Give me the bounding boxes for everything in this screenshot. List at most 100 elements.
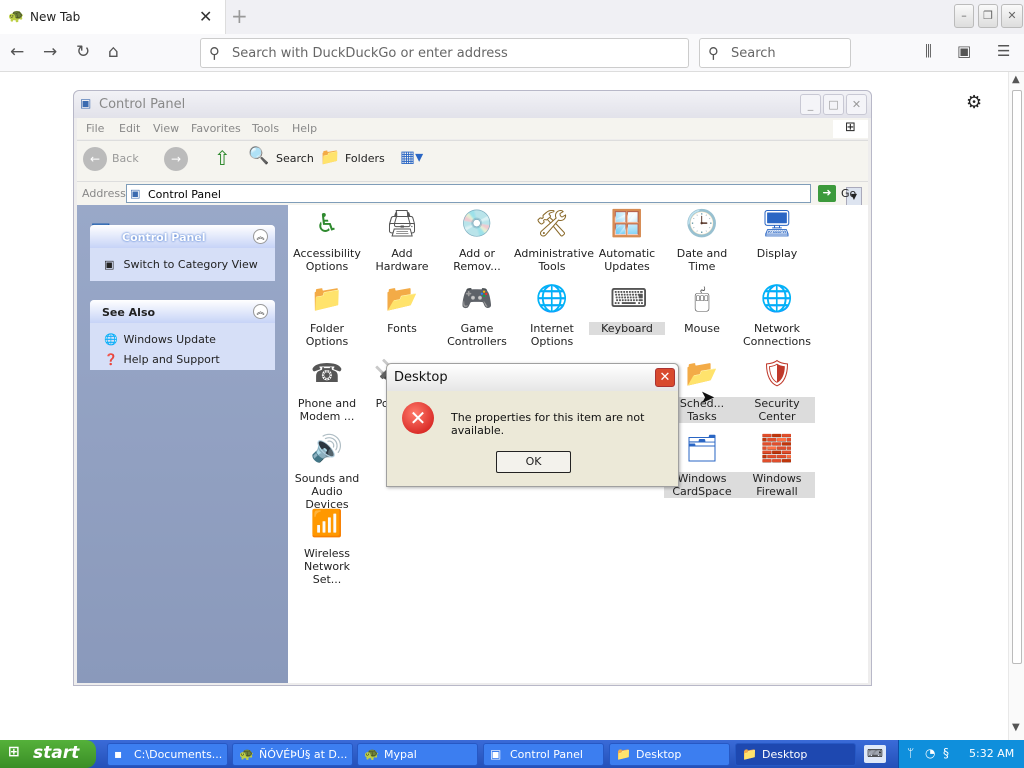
help-support-label: Help and Support bbox=[123, 353, 220, 366]
task-button-control-panel[interactable]: ▣ Control Panel bbox=[483, 743, 604, 766]
page-scrollbar[interactable]: ▲ ▼ bbox=[1008, 72, 1024, 740]
close-button[interactable]: ✕ bbox=[1001, 4, 1023, 28]
scroll-up-icon[interactable]: ▲ bbox=[1012, 74, 1020, 85]
task-button-cmd[interactable]: ▪ C:\Documents... bbox=[107, 743, 228, 766]
item-label: Accessibility Options bbox=[293, 247, 361, 273]
sidebar-icon[interactable]: ▣ bbox=[957, 42, 971, 60]
task-button-mypal[interactable]: 🐢 Mypal bbox=[357, 743, 478, 766]
date-and-time-icon: 🕒 bbox=[685, 209, 719, 239]
minimize-button[interactable]: – bbox=[954, 4, 974, 28]
address-label: Address bbox=[82, 187, 126, 200]
control-panel-item[interactable]: 🧱 Windows Firewall bbox=[739, 432, 815, 498]
search-placeholder: Search bbox=[731, 46, 776, 61]
tab-new-tab[interactable]: 🐢 New Tab ✕ bbox=[0, 0, 226, 34]
tray-app-icon[interactable]: § bbox=[943, 746, 949, 760]
menu-file[interactable]: File bbox=[86, 122, 104, 135]
menu-icon[interactable]: ☰ bbox=[997, 42, 1010, 60]
control-panel-item[interactable]: 📂 Fonts bbox=[364, 282, 440, 335]
address-row: Address ▣ Control Panel ▼ ➜ Go bbox=[77, 181, 868, 206]
collapse-icon[interactable]: ︽ bbox=[253, 304, 268, 319]
administrative-tools-icon: 🛠 bbox=[535, 209, 569, 239]
tray-network-icon[interactable]: ᛘ bbox=[907, 746, 914, 760]
window-title: Control Panel bbox=[99, 97, 186, 112]
help-support-link[interactable]: ❓ Help and Support bbox=[104, 353, 220, 366]
item-label: Date and Time bbox=[676, 247, 728, 273]
back-icon[interactable]: ← bbox=[83, 147, 107, 171]
forward-arrow-icon[interactable]: → bbox=[43, 42, 57, 62]
home-icon[interactable]: ⌂ bbox=[108, 42, 119, 62]
control-panel-item[interactable]: 🌐 Network Connections bbox=[739, 282, 815, 348]
section-header[interactable]: See Also ︽ bbox=[90, 300, 275, 323]
control-panel-item[interactable]: 🛡 Security Center bbox=[739, 357, 815, 423]
control-panel-item[interactable]: 📶 Wireless Network Set... bbox=[289, 507, 365, 586]
search-bar[interactable]: ⚲ Search bbox=[699, 38, 851, 68]
clock: 5:32 AM bbox=[969, 747, 1015, 760]
control-panel-item[interactable]: 🖱 Mouse bbox=[664, 282, 740, 335]
menu-tools[interactable]: Tools bbox=[252, 122, 279, 135]
menu-view[interactable]: View bbox=[153, 122, 179, 135]
scroll-down-icon[interactable]: ▼ bbox=[1012, 722, 1020, 733]
library-icon[interactable]: ⫼ bbox=[925, 42, 932, 60]
task-button-browser[interactable]: 🐢 ÑÓVÉÞÚ§ at D... bbox=[232, 743, 353, 766]
control-panel-item[interactable]: 🖥 Display bbox=[739, 207, 815, 260]
item-label: Internet Options bbox=[530, 322, 574, 348]
back-button[interactable]: Back bbox=[112, 152, 139, 165]
control-panel-item[interactable]: 📁 Folder Options bbox=[289, 282, 365, 348]
tab-favicon-icon: 🐢 bbox=[8, 9, 25, 24]
accessibility-options-icon: ♿ bbox=[315, 209, 339, 239]
control-panel-item[interactable]: ♿ Accessibility Options bbox=[289, 207, 365, 273]
mouse-cursor-icon: ➤ bbox=[700, 387, 716, 408]
window-maximize-button[interactable]: □ bbox=[823, 94, 844, 115]
error-dialog: Desktop ✕ ✕ The properties for this item… bbox=[386, 363, 679, 487]
start-button[interactable]: ⊞ start bbox=[0, 740, 96, 768]
folders-button[interactable]: Folders bbox=[345, 152, 385, 165]
section-title: See Also bbox=[102, 306, 156, 319]
task-button-desktop-folder[interactable]: 📁 Desktop bbox=[609, 743, 730, 766]
address-bar[interactable]: ⚲ Search with DuckDuckGo or enter addres… bbox=[200, 38, 689, 68]
window-minimize-button[interactable]: _ bbox=[800, 94, 821, 115]
forward-icon[interactable]: → bbox=[164, 147, 188, 171]
error-icon: ✕ bbox=[402, 402, 434, 434]
restore-button[interactable]: ❐ bbox=[978, 4, 998, 28]
control-panel-item[interactable]: 🕒 Date and Time bbox=[664, 207, 740, 273]
ok-button[interactable]: OK bbox=[496, 451, 571, 473]
search-button[interactable]: Search bbox=[276, 152, 314, 165]
switch-view-link[interactable]: ▣ Switch to Category View bbox=[104, 258, 258, 271]
security-center-icon: 🛡 bbox=[760, 359, 794, 389]
taskbar: ⊞ start ▪ C:\Documents... 🐢 ÑÓVÉÞÚ§ at D..… bbox=[0, 740, 1024, 768]
views-icon[interactable]: ▦▾ bbox=[400, 147, 423, 166]
windows-update-link[interactable]: 🌐 Windows Update bbox=[104, 333, 216, 346]
up-folder-icon[interactable]: ⇧ bbox=[214, 146, 231, 170]
control-panel-item[interactable]: 💿 Add or Remov... bbox=[439, 207, 515, 273]
go-arrow-icon[interactable]: ➜ bbox=[818, 185, 836, 202]
menu-edit[interactable]: Edit bbox=[119, 122, 140, 135]
dialog-title-bar[interactable]: Desktop ✕ bbox=[387, 364, 678, 391]
reload-icon[interactable]: ↻ bbox=[76, 42, 90, 62]
new-tab-icon[interactable]: + bbox=[231, 4, 248, 28]
control-panel-item[interactable]: 🎮 Game Controllers bbox=[439, 282, 515, 348]
scrollbar-thumb[interactable] bbox=[1012, 90, 1022, 664]
back-arrow-icon[interactable]: ← bbox=[10, 42, 24, 62]
window-title-bar[interactable]: ▣ Control Panel _ □ ✕ bbox=[74, 91, 871, 118]
task-button-desktop-dialog[interactable]: 📁 Desktop bbox=[735, 743, 856, 766]
menu-help[interactable]: Help bbox=[292, 122, 317, 135]
control-panel-item[interactable]: 🪟 Automatic Updates bbox=[589, 207, 665, 273]
tray-security-icon[interactable]: ◔ bbox=[925, 746, 935, 760]
item-label: Automatic Updates bbox=[598, 247, 656, 273]
control-panel-item[interactable]: 🌐 Internet Options bbox=[514, 282, 590, 348]
section-header[interactable]: Control Panel ︽ bbox=[90, 225, 275, 248]
settings-gear-icon[interactable]: ⚙ bbox=[966, 92, 982, 113]
control-panel-item[interactable]: ⌨ Keyboard bbox=[589, 282, 665, 335]
control-panel-item[interactable]: 🖨 Add Hardware bbox=[364, 207, 440, 273]
collapse-icon[interactable]: ︽ bbox=[253, 229, 268, 244]
tab-close-icon[interactable]: ✕ bbox=[199, 7, 212, 26]
go-button[interactable]: Go bbox=[841, 187, 856, 200]
keyboard-icon[interactable]: ⌨ bbox=[864, 745, 886, 763]
dialog-close-button[interactable]: ✕ bbox=[655, 368, 675, 387]
control-panel-item[interactable]: 🛠 Administrative Tools bbox=[514, 207, 594, 273]
window-close-button[interactable]: ✕ bbox=[846, 94, 867, 115]
game-controllers-icon: 🎮 bbox=[460, 284, 494, 314]
menu-favorites[interactable]: Favorites bbox=[191, 122, 241, 135]
address-field[interactable]: ▣ Control Panel ▼ bbox=[126, 184, 862, 206]
control-panel-item[interactable]: 🔊 Sounds and Audio Devices bbox=[289, 432, 365, 511]
